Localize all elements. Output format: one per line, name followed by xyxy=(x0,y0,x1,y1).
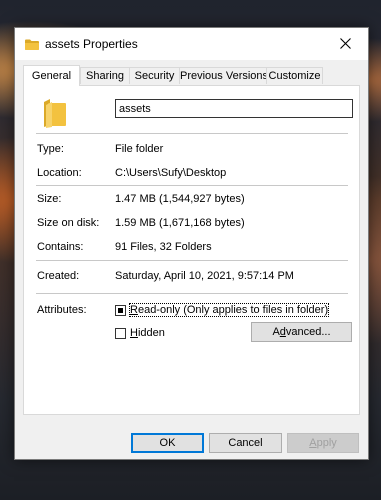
size-value: 1.47 MB (1,544,927 bytes) xyxy=(115,193,245,205)
divider xyxy=(36,260,348,261)
created-label: Created: xyxy=(37,270,80,282)
advanced-label-pre: A xyxy=(272,326,280,338)
apply-hotkey: A xyxy=(309,437,317,449)
attributes-label: Attributes: xyxy=(37,304,87,316)
divider xyxy=(36,293,348,294)
size-on-disk-value: 1.59 MB (1,671,168 bytes) xyxy=(115,217,245,229)
readonly-label[interactable]: Read-only (Only applies to files in fold… xyxy=(128,303,330,317)
size-label: Size: xyxy=(37,193,62,205)
apply-label-rest: pply xyxy=(316,437,337,449)
divider xyxy=(36,185,348,186)
location-value: C:\Users\Sufy\Desktop xyxy=(115,167,227,179)
ok-button[interactable]: OK xyxy=(131,433,204,453)
readonly-label-rest: ead-only (Only applies to files in folde… xyxy=(137,304,329,316)
hidden-hotkey: H xyxy=(130,327,138,339)
tab-security[interactable]: Security xyxy=(129,67,180,84)
folder-name-input[interactable] xyxy=(115,99,353,118)
readonly-hotkey: R xyxy=(130,304,138,316)
contains-value: 91 Files, 32 Folders xyxy=(115,241,212,253)
tab-sharing[interactable]: Sharing xyxy=(80,67,130,84)
hidden-label-rest: idden xyxy=(137,327,165,339)
location-label: Location: xyxy=(37,167,82,179)
tab-general[interactable]: General xyxy=(23,65,80,86)
contains-label: Contains: xyxy=(37,241,84,253)
type-label: Type: xyxy=(37,143,64,155)
advanced-button[interactable]: Advanced... xyxy=(251,322,352,342)
readonly-checkbox[interactable] xyxy=(115,305,126,316)
apply-button[interactable]: Apply xyxy=(287,433,359,453)
properties-dialog: assets Properties General Sharing Securi… xyxy=(14,27,369,460)
hidden-checkbox[interactable] xyxy=(115,328,126,339)
close-button[interactable] xyxy=(324,28,368,60)
created-value: Saturday, April 10, 2021, 9:57:14 PM xyxy=(115,270,294,282)
tab-customize[interactable]: Customize xyxy=(266,67,323,84)
tab-strip: General Sharing Security Previous Versio… xyxy=(23,65,363,86)
general-panel: Type: File folder Location: C:\Users\Suf… xyxy=(23,85,360,415)
folder-icon xyxy=(44,99,66,128)
tab-previous-versions[interactable]: Previous Versions xyxy=(179,67,268,84)
close-icon xyxy=(340,38,351,49)
cancel-button[interactable]: Cancel xyxy=(209,433,282,453)
indeterminate-mark xyxy=(118,308,123,313)
hidden-label[interactable]: Hidden xyxy=(130,327,165,339)
title-bar[interactable]: assets Properties xyxy=(15,28,368,60)
size-on-disk-label: Size on disk: xyxy=(37,217,100,229)
divider xyxy=(36,133,348,134)
type-value: File folder xyxy=(115,143,164,155)
folder-icon xyxy=(25,39,39,50)
advanced-label-rest: vanced... xyxy=(285,326,331,338)
window-title: assets Properties xyxy=(45,37,138,51)
